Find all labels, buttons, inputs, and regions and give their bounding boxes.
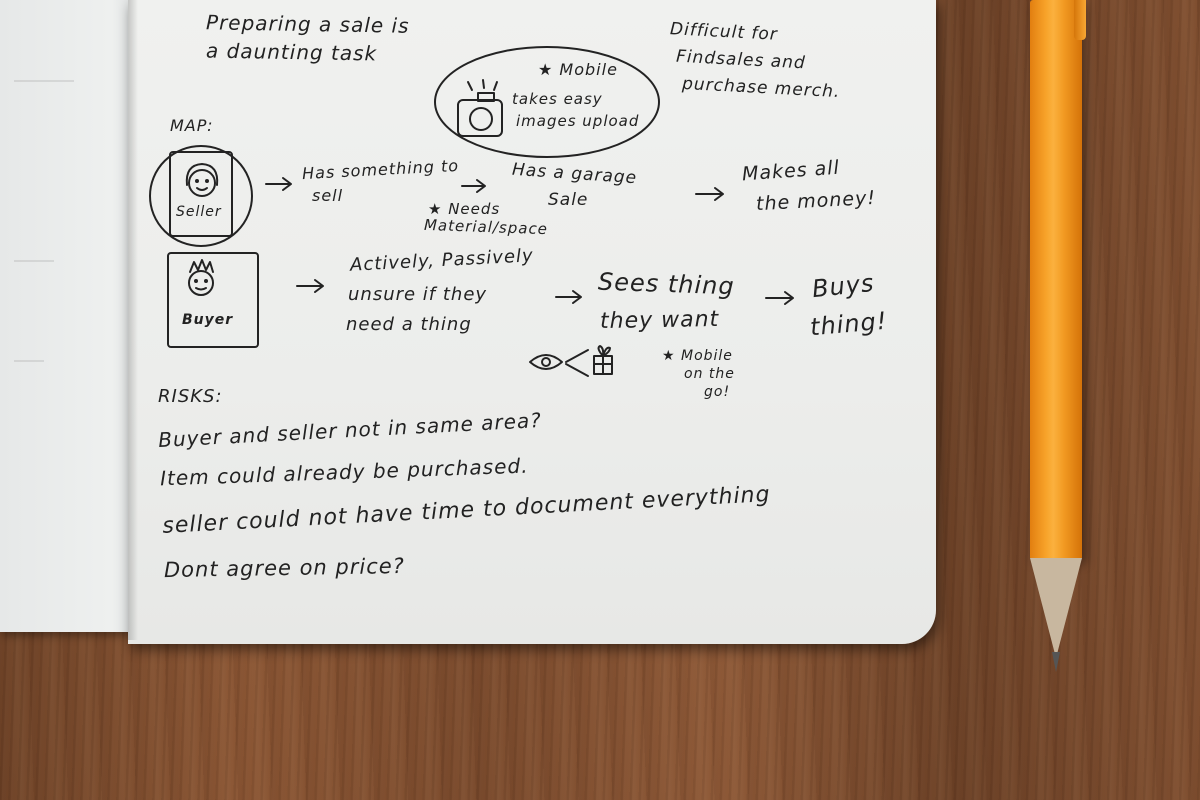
note-camera-line1: takes easy xyxy=(512,90,603,108)
buyer-box xyxy=(167,252,259,348)
buyer-mobile-line2: on the xyxy=(684,366,735,382)
buyer-step2-line1: Sees thing xyxy=(597,267,736,301)
arrow-icon xyxy=(296,279,324,293)
pencil-lead xyxy=(1052,652,1060,672)
eye-icon xyxy=(529,354,563,370)
pencil-tip xyxy=(1030,558,1082,658)
note-heading-line2: a daunting task xyxy=(205,38,378,66)
seller-need-line1: ★ Needs xyxy=(428,200,501,218)
camera-icon xyxy=(457,79,503,137)
buyer-step2-line2: they want xyxy=(599,306,720,335)
pencil-clip xyxy=(1074,0,1086,40)
map-label: MAP: xyxy=(170,116,214,135)
pencil xyxy=(1030,0,1082,560)
seller-face-icon xyxy=(185,163,219,197)
note-mobile: ★ Mobile xyxy=(538,60,618,79)
seller-step1-line2: sell xyxy=(312,186,344,205)
branch-lines xyxy=(565,349,589,377)
seller-label: Seller xyxy=(176,204,222,220)
buyer-label: Buyer xyxy=(182,312,234,328)
risks-label: RISKS: xyxy=(158,386,223,407)
arrow-icon xyxy=(695,187,724,201)
risk-item-4: Dont agree on price? xyxy=(163,553,406,583)
buyer-step1-line2: unsure if they xyxy=(348,284,488,305)
arrow-icon xyxy=(765,291,794,305)
note-camera-line2: images upload xyxy=(516,112,640,130)
buyer-mobile-line1: ★ Mobile xyxy=(662,348,733,364)
buyer-mobile-line3: go! xyxy=(704,384,731,400)
arrow-icon xyxy=(555,290,582,304)
arrow-icon xyxy=(265,177,292,191)
gift-icon xyxy=(593,345,613,375)
arrow-icon xyxy=(461,179,486,193)
seller-step2-line2: Sale xyxy=(548,190,589,210)
note-heading-line1: Preparing a sale is xyxy=(205,10,410,38)
buyer-face-icon xyxy=(188,259,214,296)
buyer-step1-line3: need a thing xyxy=(346,314,472,335)
